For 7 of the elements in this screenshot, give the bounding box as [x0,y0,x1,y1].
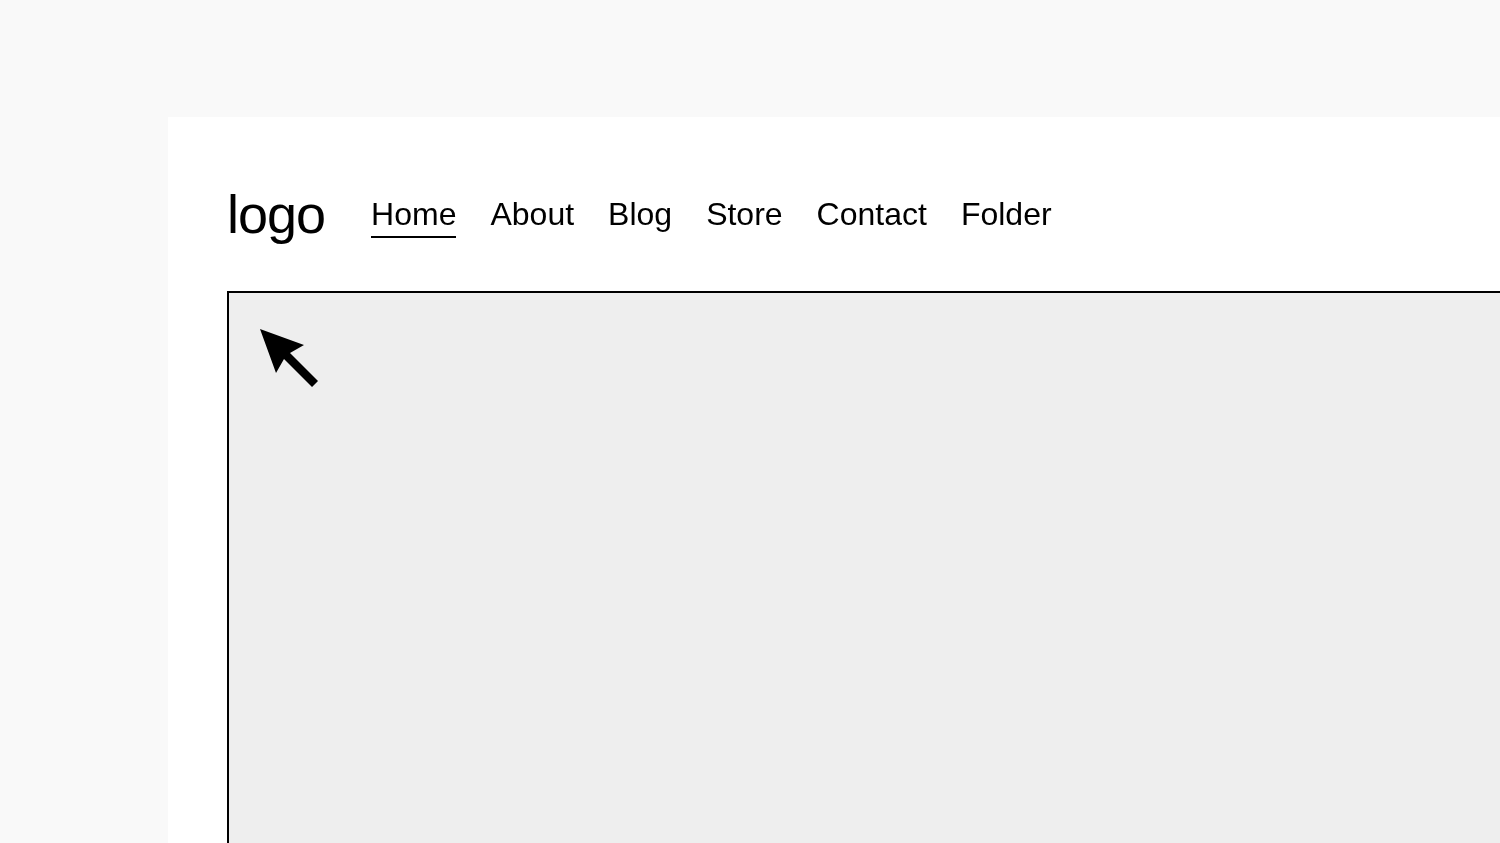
nav-link[interactable]: Contact [816,190,927,238]
nav-link[interactable]: Folder [960,190,1052,238]
nav-link[interactable]: Blog [608,190,673,238]
nav-link[interactable]: Store [706,190,783,238]
cursor-arrow-icon [260,329,318,387]
nav-link[interactable]: About [490,190,575,238]
nav-link[interactable]: Home [371,190,457,238]
